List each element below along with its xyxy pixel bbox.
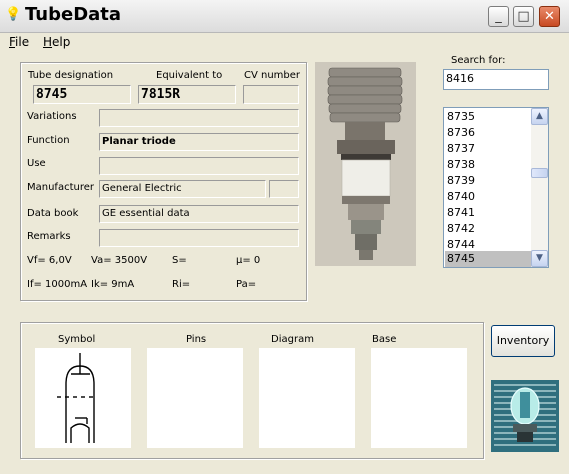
tube-logo-icon [491, 380, 559, 452]
menu-help[interactable]: Help [43, 35, 70, 49]
title-bar[interactable]: 💡 TubeData _ □ ✕ [0, 0, 569, 33]
cv-label: CV number [244, 70, 301, 81]
list-item[interactable]: 8739 [445, 173, 531, 189]
menu-help-label: elp [52, 35, 71, 49]
variations-label: Variations [27, 111, 77, 122]
menu-file[interactable]: File [9, 35, 29, 49]
list-item[interactable]: 8738 [445, 157, 531, 173]
list-item[interactable]: 8741 [445, 205, 531, 221]
search-input[interactable]: 8416 [443, 69, 549, 90]
menu-bar: File Help [0, 33, 569, 51]
spec-pa: Pa= [236, 279, 257, 290]
minimize-button[interactable]: _ [488, 6, 509, 27]
pins-label: Pins [186, 334, 207, 345]
spec-vf: Vf= 6,0V [27, 255, 72, 266]
menu-help-accel: H [43, 35, 53, 49]
inventory-button[interactable]: Inventory [491, 325, 555, 357]
function-field[interactable]: Planar triode [99, 133, 299, 151]
list-item[interactable]: 8736 [445, 125, 531, 141]
app-logo [491, 380, 559, 452]
list-item[interactable]: 8740 [445, 189, 531, 205]
variations-field[interactable] [99, 109, 299, 127]
remarks-field[interactable] [99, 229, 299, 247]
list-item[interactable]: 8737 [445, 141, 531, 157]
tube-photo [315, 62, 416, 266]
spec-mu: µ= 0 [236, 255, 261, 266]
databook-label: Data book [27, 208, 79, 219]
list-item[interactable]: 8735 [445, 109, 531, 125]
spec-if: If= 1000mA [27, 279, 88, 290]
cv-field[interactable] [243, 85, 299, 104]
symbol-preview [35, 348, 131, 448]
scroll-thumb[interactable] [531, 168, 548, 178]
spec-ri: Ri= [172, 279, 191, 290]
scroll-up-icon[interactable]: ▲ [531, 108, 548, 125]
remarks-label: Remarks [27, 231, 71, 242]
list-item[interactable]: 8742 [445, 221, 531, 237]
close-button[interactable]: ✕ [539, 6, 560, 27]
manufacturer-code-field[interactable] [269, 180, 299, 198]
tube-list[interactable]: 8735 8736 8737 8738 8739 8740 8741 8742 … [443, 107, 549, 268]
spec-ik: Ik= 9mA [91, 279, 135, 290]
base-label: Base [372, 334, 397, 345]
diagram-preview [259, 348, 355, 448]
diagram-label: Diagram [271, 334, 314, 345]
list-scrollbar[interactable]: ▲ ▼ [531, 108, 548, 267]
manufacturer-label: Manufacturer [27, 182, 94, 193]
scroll-down-icon[interactable]: ▼ [531, 250, 548, 267]
spec-s: S= [172, 255, 187, 266]
designation-field[interactable]: 8745 [33, 85, 131, 104]
triode-symbol-icon [57, 353, 95, 443]
bulb-icon: 💡 [5, 7, 22, 22]
designation-label: Tube designation [28, 70, 114, 81]
base-preview [371, 348, 467, 448]
window-title: TubeData [25, 4, 122, 25]
databook-field[interactable]: GE essential data [99, 205, 299, 223]
search-label: Search for: [451, 55, 506, 66]
equivalent-label: Equivalent to [156, 70, 223, 81]
list-item-selected[interactable]: 8745 [445, 251, 531, 267]
tube-photo-image [315, 62, 416, 266]
pins-preview [147, 348, 243, 448]
use-field[interactable] [99, 157, 299, 175]
symbol-label: Symbol [58, 334, 96, 345]
menu-file-label: ile [15, 35, 30, 49]
manufacturer-field[interactable]: General Electric [99, 180, 266, 198]
spec-va: Va= 3500V [91, 255, 148, 266]
use-label: Use [27, 158, 46, 169]
app-window: 💡 TubeData _ □ ✕ File Help Tube designat… [0, 0, 569, 474]
equivalent-field[interactable]: 7815R [138, 85, 236, 104]
maximize-button[interactable]: □ [513, 6, 534, 27]
function-label: Function [27, 135, 70, 146]
